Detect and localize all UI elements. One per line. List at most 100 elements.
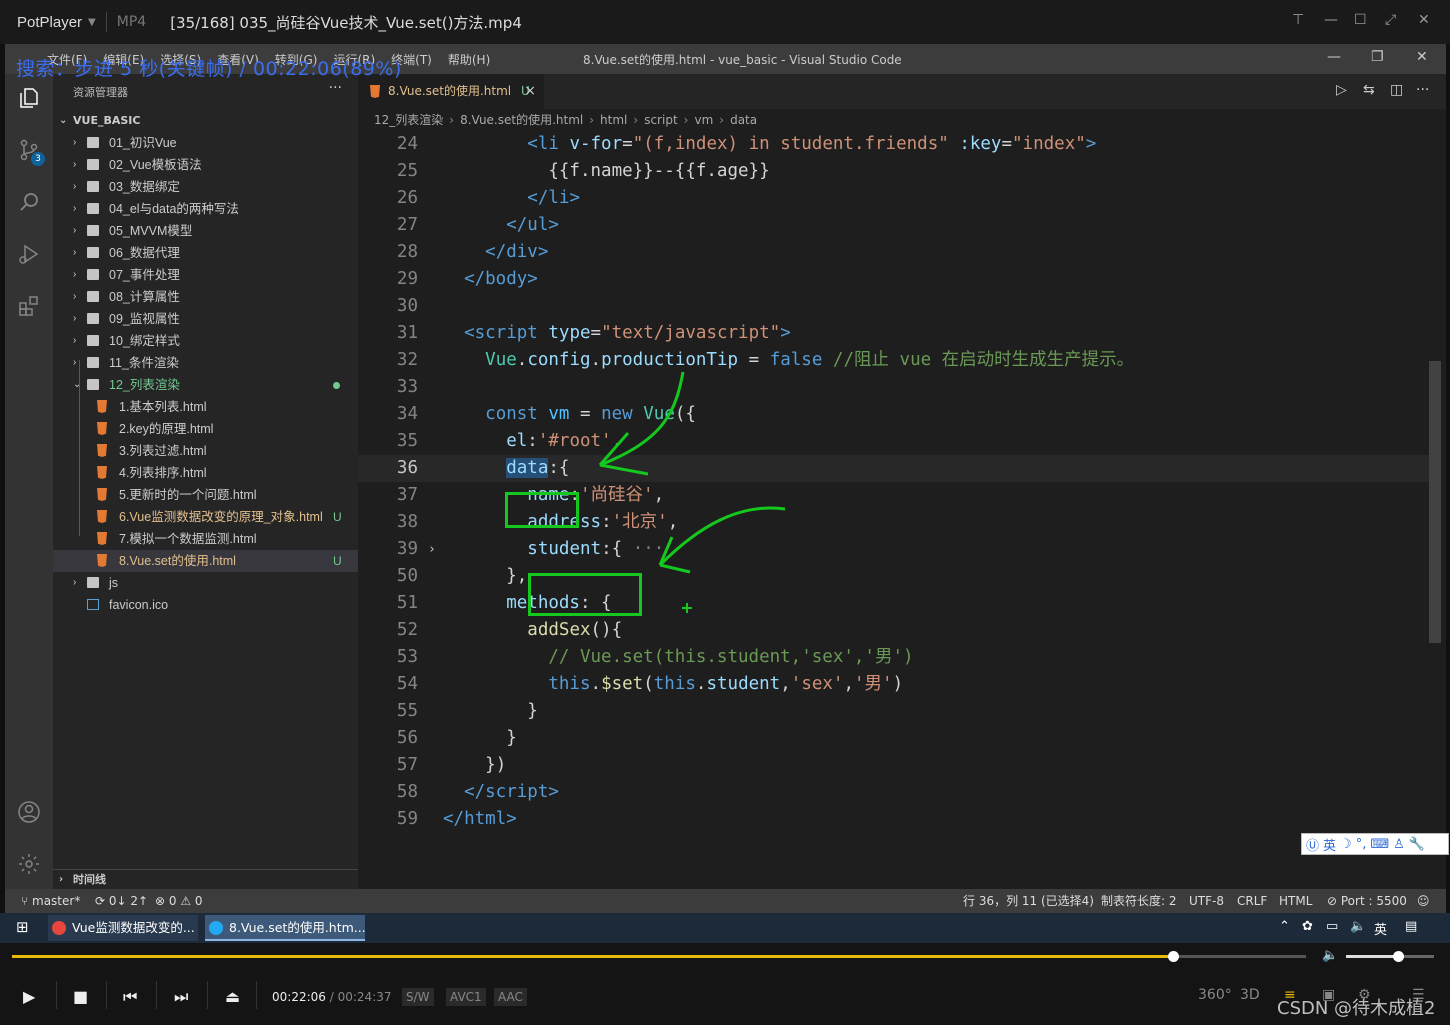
tree-folder[interactable]: › 10_绑定样式 <box>53 330 358 352</box>
code-line[interactable]: 56 } <box>358 725 1433 752</box>
tree-folder[interactable]: › 06_数据代理 <box>53 242 358 264</box>
tree-folder[interactable]: › 11_条件渲染 <box>53 352 358 374</box>
seek-handle[interactable] <box>1168 951 1179 962</box>
tree-folder[interactable]: › 02_Vue模板语法 <box>53 154 358 176</box>
seek-bar-played[interactable] <box>12 955 1174 958</box>
cursor-position[interactable]: 行 36，列 11 (已选择4) <box>963 889 1094 913</box>
tree-folder[interactable]: › 08_计算属性 <box>53 286 358 308</box>
play-icon[interactable]: ▶ <box>23 987 35 1006</box>
split-editor-icon[interactable]: ◫ <box>1390 82 1403 98</box>
windows-start-icon[interactable]: ⊞ <box>16 918 29 936</box>
open-changes-icon[interactable]: ⇆ <box>1363 82 1375 98</box>
breadcrumb-item[interactable]: 8.Vue.set的使用.html <box>460 109 583 131</box>
code-line[interactable]: 29 </body> <box>358 266 1433 293</box>
player-brand[interactable]: PotPlayer <box>17 14 82 31</box>
volume-icon[interactable]: 🔈 <box>1322 948 1338 963</box>
breadcrumb-item[interactable]: html <box>600 109 627 131</box>
tree-file[interactable]: 7.模拟一个数据监测.html <box>53 528 358 550</box>
chevron-down-icon[interactable]: ▼ <box>88 17 96 28</box>
3d-button[interactable]: 3D <box>1240 987 1260 1003</box>
breadcrumb-item[interactable]: vm <box>694 109 713 131</box>
code-line[interactable]: 28 </div> <box>358 239 1433 266</box>
tree-folder[interactable]: › 03_数据绑定 <box>53 176 358 198</box>
line-ending[interactable]: CRLF <box>1237 889 1267 913</box>
minimize-button[interactable]: — <box>1324 12 1338 28</box>
ime-indicator[interactable]: 英 <box>1374 919 1387 938</box>
chevron-up-icon[interactable]: ⌃ <box>1279 919 1290 934</box>
audio-codec-chip[interactable]: AAC <box>494 988 527 1006</box>
account-icon[interactable] <box>17 800 41 824</box>
code-line[interactable]: 54 this.$set(this.student,'sex','男') <box>358 671 1433 698</box>
tree-file[interactable]: 1.基本列表.html <box>53 396 358 418</box>
workspace-section[interactable]: ⌄ VUE_BASIC <box>53 110 358 132</box>
tree-folder[interactable]: › 05_MVVM模型 <box>53 220 358 242</box>
code-line[interactable]: 59 </html> <box>358 806 1433 833</box>
code-line[interactable]: 24 <li v-for="(f,index) in student.frien… <box>358 131 1433 158</box>
code-line[interactable]: 58 </script> <box>358 779 1433 806</box>
stop-icon[interactable]: ■ <box>73 987 88 1006</box>
breadcrumb-item[interactable]: 12_列表渲染 <box>374 109 443 131</box>
code-line[interactable]: 32 Vue.config.productionTip = false //阻止… <box>358 347 1433 374</box>
tree-folder[interactable]: › 01_初识Vue <box>53 132 358 154</box>
decoder-chip[interactable]: S/W <box>402 988 434 1006</box>
branch-indicator[interactable]: ⑂ master* <box>21 889 80 913</box>
code-line[interactable]: 53 // Vue.set(this.student,'sex','男') <box>358 644 1433 671</box>
tree-folder[interactable]: › 09_监视属性 <box>53 308 358 330</box>
volume-icon[interactable]: 🔈 <box>1350 919 1366 934</box>
previous-icon[interactable]: ⏮ <box>123 987 137 1007</box>
more-actions-icon[interactable]: ··· <box>1416 82 1429 98</box>
code-line[interactable]: 51 methods: { <box>358 590 1433 617</box>
run-debug-icon[interactable] <box>17 242 41 266</box>
code-line[interactable]: 31 <script type="text/javascript"> <box>358 320 1433 347</box>
fold-chevron-icon[interactable]: › <box>428 536 436 563</box>
close-button[interactable]: ✕ <box>1416 49 1428 65</box>
extensions-icon[interactable] <box>17 294 41 318</box>
code-line[interactable]: 34 const vm = new Vue({ <box>358 401 1433 428</box>
tree-folder[interactable]: › js <box>53 572 358 594</box>
menu-item[interactable]: 帮助(H) <box>448 51 490 68</box>
next-icon[interactable]: ⏭ <box>174 987 188 1007</box>
encoding[interactable]: UTF-8 <box>1189 889 1224 913</box>
more-actions-icon[interactable]: ··· <box>329 80 342 96</box>
ime-toolbar[interactable]: Ⓤ 英 ☽ °, ⌨ ♙ 🔧 <box>1301 833 1449 855</box>
language-mode[interactable]: HTML <box>1279 889 1312 913</box>
tree-folder[interactable]: › 04_el与data的两种写法 <box>53 198 358 220</box>
code-line[interactable]: 33 <box>358 374 1433 401</box>
code-line[interactable]: 50 }, <box>358 563 1433 590</box>
fullscreen-button[interactable]: ⤢ <box>1385 12 1396 28</box>
tree-file[interactable]: 8.Vue.set的使用.html U <box>53 550 358 572</box>
code-line[interactable]: 55 } <box>358 698 1433 725</box>
eject-icon[interactable]: ⏏ <box>225 987 240 1006</box>
live-server-port[interactable]: ⊘ Port : 5500 <box>1327 889 1407 913</box>
volume-handle[interactable] <box>1393 951 1404 962</box>
explorer-icon[interactable] <box>17 86 41 110</box>
run-icon[interactable]: ▷ <box>1336 82 1347 98</box>
feedback-icon[interactable]: ☺ <box>1417 889 1430 913</box>
tree-file[interactable]: 6.Vue监测数据改变的原理_对象.html U <box>53 506 358 528</box>
tree-file[interactable]: 3.列表过滤.html <box>53 440 358 462</box>
code-line[interactable]: 25 {{f.name}}--{{f.age}} <box>358 158 1433 185</box>
timeline-section[interactable]: › 时间线 <box>53 869 358 889</box>
close-tab-icon[interactable]: × <box>524 74 536 109</box>
search-icon[interactable] <box>17 190 41 214</box>
app-tray-icon[interactable]: ✿ <box>1302 919 1313 934</box>
code-line[interactable]: 39 › student:{ ··· <box>358 536 1433 563</box>
tree-file[interactable]: favicon.ico <box>53 594 358 616</box>
seek-bar-remaining[interactable] <box>1174 955 1306 958</box>
pin-icon[interactable]: ⊤ <box>1292 12 1304 28</box>
restore-button[interactable]: ❐ <box>1371 49 1384 65</box>
tree-folder[interactable]: › 07_事件处理 <box>53 264 358 286</box>
tree-file[interactable]: 2.key的原理.html <box>53 418 358 440</box>
gear-icon[interactable] <box>17 852 41 876</box>
code-line[interactable]: 30 <box>358 293 1433 320</box>
scrollbar[interactable] <box>1429 361 1441 643</box>
network-icon[interactable]: ▭ <box>1326 919 1338 934</box>
volume-bar[interactable] <box>1346 955 1398 958</box>
tree-file[interactable]: 4.列表排序.html <box>53 462 358 484</box>
sync-indicator[interactable]: ⟳ 0↓ 2↑ <box>95 889 148 913</box>
code-line[interactable]: 26 </li> <box>358 185 1433 212</box>
minimize-button[interactable]: — <box>1327 49 1341 65</box>
taskbar-vscode[interactable]: 8.Vue.set的使用.htm... <box>205 915 365 941</box>
breadcrumb-item[interactable]: data <box>730 109 757 131</box>
code-editor[interactable]: 24 <li v-for="(f,index) in student.frien… <box>358 131 1446 889</box>
